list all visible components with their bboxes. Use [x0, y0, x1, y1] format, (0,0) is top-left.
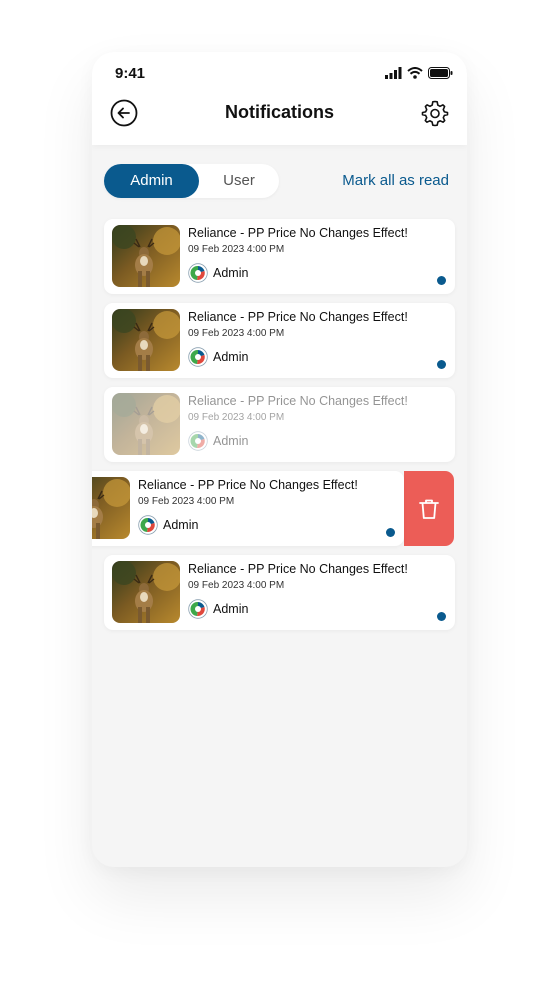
- unread-dot: [437, 276, 446, 285]
- reliance-logo-icon: [138, 515, 158, 535]
- tab-switcher: Admin User: [104, 164, 279, 198]
- notification-card-swiped[interactable]: Reliance - PP Price No Changes Effect! 0…: [92, 471, 404, 546]
- notification-sender: Admin: [188, 263, 248, 283]
- notification-sender: Admin: [188, 431, 248, 451]
- notification-title: Reliance - PP Price No Changes Effect!: [138, 478, 358, 492]
- page-title: Notifications: [224, 102, 334, 122]
- notification-title: Reliance - PP Price No Changes Effect!: [188, 226, 408, 240]
- notification-time: 09 Feb 2023 4:00 PM: [138, 496, 235, 507]
- notification-sender: Admin: [188, 599, 248, 619]
- settings-button[interactable]: [421, 99, 449, 127]
- unread-dot: [437, 612, 446, 621]
- notification-title: Reliance - PP Price No Changes Effect!: [188, 310, 408, 324]
- sender-name: Admin: [213, 602, 249, 616]
- notification-time: 09 Feb 2023 4:00 PM: [188, 328, 285, 339]
- notification-thumbnail: [112, 561, 180, 623]
- tab-admin[interactable]: Admin: [104, 164, 199, 198]
- reliance-logo-icon: [188, 599, 208, 619]
- sender-name: Admin: [213, 434, 249, 448]
- battery-icon: [428, 67, 453, 79]
- mark-all-read-link[interactable]: Mark all as read: [342, 172, 449, 189]
- notification-card[interactable]: Reliance - PP Price No Changes Effect! 0…: [104, 219, 455, 294]
- top-bar: 9:41 Notifications: [92, 52, 467, 145]
- reliance-logo-icon: [188, 431, 208, 451]
- tab-user[interactable]: User: [199, 164, 279, 198]
- notification-card[interactable]: Reliance - PP Price No Changes Effect! 0…: [104, 555, 455, 630]
- notification-thumbnail: [92, 477, 130, 539]
- gear-icon: [421, 100, 449, 127]
- notification-thumbnail: [112, 225, 180, 287]
- notification-time: 09 Feb 2023 4:00 PM: [188, 412, 285, 423]
- notification-time: 09 Feb 2023 4:00 PM: [188, 244, 285, 255]
- unread-dot: [437, 360, 446, 369]
- wifi-icon: [407, 67, 423, 79]
- sender-name: Admin: [163, 518, 199, 532]
- reliance-logo-icon: [188, 263, 208, 283]
- notification-thumbnail: [112, 393, 180, 455]
- unread-dot: [386, 528, 395, 537]
- status-icons: [385, 67, 453, 79]
- notification-sender: Admin: [138, 515, 198, 535]
- notification-card[interactable]: Reliance - PP Price No Changes Effect! 0…: [104, 303, 455, 378]
- phone-screen: 9:41 Notifications Admin User Mark all a…: [92, 52, 467, 867]
- notification-time: 09 Feb 2023 4:00 PM: [188, 580, 285, 591]
- sender-name: Admin: [213, 266, 249, 280]
- notification-title: Reliance - PP Price No Changes Effect!: [188, 394, 408, 408]
- reliance-logo-icon: [188, 347, 208, 367]
- notification-title: Reliance - PP Price No Changes Effect!: [188, 562, 408, 576]
- signal-icon: [385, 67, 402, 79]
- notification-thumbnail: [112, 309, 180, 371]
- sender-name: Admin: [213, 350, 249, 364]
- status-time: 9:41: [115, 65, 146, 82]
- notification-card[interactable]: Reliance - PP Price No Changes Effect! 0…: [104, 387, 455, 462]
- notification-sender: Admin: [188, 347, 248, 367]
- trash-icon[interactable]: [416, 496, 442, 522]
